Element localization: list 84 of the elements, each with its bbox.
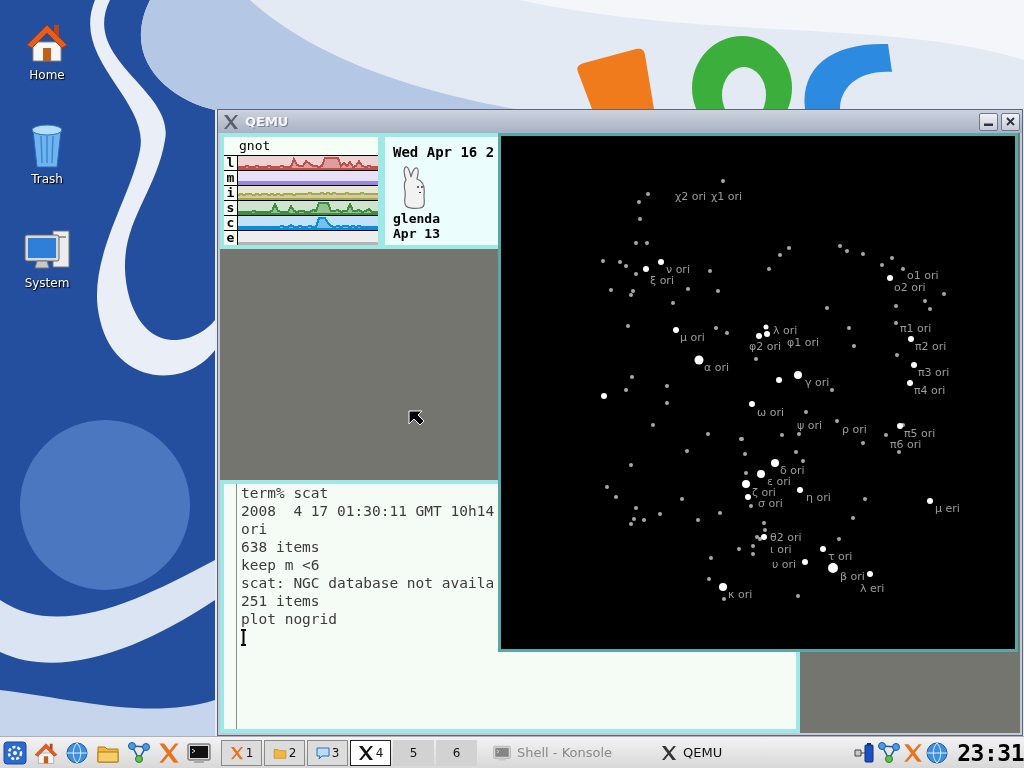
close-icon	[1006, 117, 1015, 126]
x-shape-icon	[229, 745, 244, 760]
house-icon[interactable]	[34, 740, 58, 765]
face-date: Apr 13	[393, 226, 440, 241]
star-label: τ ori	[828, 550, 853, 563]
star-label: χ2 ori	[675, 190, 707, 203]
trash-can-icon[interactable]	[29, 122, 65, 168]
speech-bubble-icon	[315, 745, 330, 760]
terminal-line: scat: NGC database not availa	[241, 574, 495, 592]
star-label: φ2 ori	[749, 340, 782, 353]
star-label: λ ori	[773, 324, 798, 337]
menu-logo-icon[interactable]	[3, 740, 27, 765]
star-label: π2 ori	[915, 340, 947, 353]
date-text: Wed Apr 16 2	[393, 143, 495, 161]
star-label: μ eri	[935, 502, 960, 515]
icon-label[interactable]: Trash	[31, 171, 63, 187]
star-label: χ1 ori	[711, 190, 743, 203]
star-label: π1 ori	[900, 322, 932, 335]
stat-label: e	[224, 231, 238, 245]
star-label: ν ori	[666, 263, 690, 276]
terminal-line: ori	[241, 520, 268, 538]
x-shape-icon	[357, 744, 374, 761]
star-label: ι ori	[770, 543, 792, 556]
star-label: ο2 ori	[894, 281, 926, 294]
plug-icon[interactable]	[853, 741, 876, 764]
desktop-pager-button[interactable]: 3	[307, 739, 348, 766]
star-label: ψ ori	[797, 419, 823, 432]
terminal-line: 638 items	[241, 538, 320, 556]
terminal-line: plot nogrid	[241, 610, 338, 628]
terminal-line: 251 items	[241, 592, 320, 610]
desktop-pager-button[interactable]: 1	[221, 739, 262, 766]
text-cursor-icon	[241, 629, 246, 646]
star-label: α ori	[704, 361, 730, 374]
terminal-line: term% scat	[241, 484, 329, 502]
star-label: φ1 ori	[787, 336, 820, 349]
network-icon[interactable]	[877, 740, 902, 765]
star-label: π4 ori	[914, 384, 946, 397]
star-label: μ ori	[680, 331, 705, 344]
star-label: ο1 ori	[907, 269, 939, 282]
stat-label: c	[224, 216, 238, 230]
face-name: glenda	[393, 211, 440, 226]
x-shape-icon[interactable]	[661, 744, 677, 761]
star-label: ρ ori	[842, 423, 867, 436]
window-title: QEMU	[245, 114, 290, 129]
x-shape-icon	[223, 113, 239, 130]
taskbar-task-button[interactable]: QEMU	[655, 739, 815, 766]
terminal-line: keep m <6	[241, 556, 320, 574]
star-label: π5 ori	[904, 427, 936, 440]
star-label: λ eri	[860, 582, 885, 595]
stat-label: s	[224, 201, 238, 215]
desktop-pager-button[interactable]: 4	[350, 739, 391, 766]
globe-icon[interactable]	[925, 740, 950, 765]
icon-label[interactable]: System	[24, 275, 70, 291]
star-label: π6 ori	[890, 438, 922, 451]
star-label: π3 ori	[918, 366, 950, 379]
terminal-icon[interactable]	[187, 740, 211, 765]
close-button[interactable]	[1001, 112, 1020, 131]
star-label: υ ori	[772, 558, 797, 571]
desktop-pager-button[interactable]: 5	[393, 739, 434, 766]
icon-label[interactable]: Home	[29, 67, 65, 83]
mouse-pointer-icon	[408, 410, 425, 428]
star-label: ζ ori	[752, 486, 776, 499]
star-label: σ ori	[758, 497, 783, 510]
desktop-pager-button[interactable]: 2	[264, 739, 305, 766]
star-label: β ori	[840, 570, 865, 583]
desktop-pager-button[interactable]: 6	[436, 739, 477, 766]
taskbar-clock: 23:31	[957, 739, 1024, 766]
star-label: ω ori	[757, 406, 785, 419]
star-label: δ ori	[780, 464, 805, 477]
stats-title: gnot	[238, 137, 272, 155]
minimize-button[interactable]	[979, 112, 998, 131]
star-label: θ2 ori	[770, 531, 802, 544]
star-label: γ ori	[805, 376, 830, 389]
stat-label: l	[224, 156, 238, 170]
star-label: ξ ori	[650, 274, 674, 287]
star-label: η ori	[806, 491, 831, 504]
star-label: ε ori	[767, 475, 791, 488]
computer-icon[interactable]	[23, 230, 71, 272]
stat-label: i	[224, 186, 238, 200]
star-label: κ ori	[728, 588, 753, 601]
network-icon[interactable]	[127, 740, 151, 765]
stat-label: m	[224, 171, 238, 185]
terminal-line: 2008 4 17 01:30:11 GMT 10h14	[241, 502, 495, 520]
globe-icon[interactable]	[65, 740, 89, 765]
